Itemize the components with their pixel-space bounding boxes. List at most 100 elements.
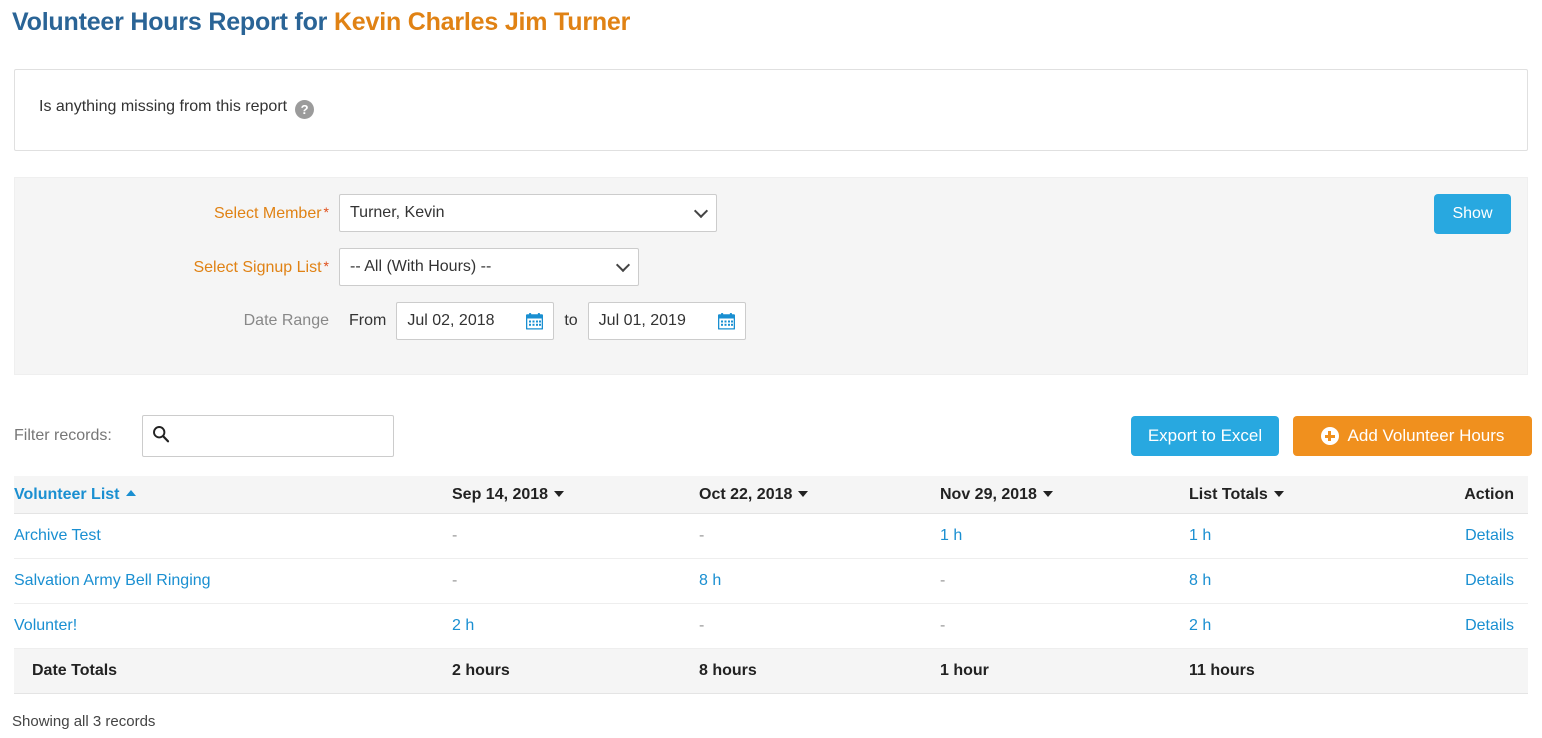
date-total-date-3: 1 hour [940, 648, 1189, 694]
date-total-grand: 11 hours [1189, 648, 1389, 694]
caret-up-icon [125, 490, 136, 496]
select-signup-list-label: Select Signup List * [15, 258, 339, 277]
select-member-label: Select Member * [15, 204, 339, 223]
date-from-label: From [349, 312, 387, 329]
column-header-label: Volunteer List [14, 486, 120, 503]
hours-cell-date-2: - [699, 603, 940, 649]
table-row: Archive Test - - 1 h 1 h Details [14, 513, 1528, 559]
date-to-input[interactable]: Jul 01, 2019 [587, 302, 746, 340]
calendar-icon[interactable] [717, 313, 735, 330]
volunteer-list-link[interactable]: Archive Test [14, 527, 101, 544]
filter-records-label: Filter records: [14, 427, 112, 444]
hours-link[interactable]: 8 h [699, 572, 721, 589]
missing-info-label: Is anything missing from this report [39, 98, 288, 115]
volunteer-list-link[interactable]: Salvation Army Bell Ringing [14, 572, 211, 589]
date-from-input[interactable]: Jul 02, 2018 [396, 302, 555, 340]
select-signup-list-value: -- All (With Hours) -- [350, 258, 492, 275]
plus-circle-icon [1320, 427, 1339, 445]
list-total-link[interactable]: 8 h [1189, 572, 1211, 589]
caret-down-icon [798, 491, 809, 497]
show-button[interactable]: Show [1434, 194, 1511, 234]
column-header-label: Nov 29, 2018 [940, 486, 1037, 503]
add-volunteer-hours-button[interactable]: Add Volunteer Hours [1293, 416, 1532, 456]
details-link[interactable]: Details [1465, 527, 1514, 544]
column-header-date-3[interactable]: Nov 29, 2018 [940, 476, 1189, 514]
list-total-link[interactable]: 2 h [1189, 617, 1211, 634]
list-total-cell[interactable]: 1 h [1189, 513, 1389, 559]
table-header-row: Volunteer List Sep 14, 2018 Oct 22, 2018… [14, 476, 1528, 514]
caret-down-icon [1273, 491, 1284, 497]
hours-cell-date-1[interactable]: 2 h [452, 603, 699, 649]
hours-link[interactable]: 2 h [452, 617, 474, 634]
add-volunteer-hours-label: Add Volunteer Hours [1347, 426, 1505, 445]
select-member-value: Turner, Kevin [350, 204, 445, 221]
hours-cell-date-3: - [940, 603, 1189, 649]
column-header-date-1[interactable]: Sep 14, 2018 [452, 476, 699, 514]
hours-link[interactable]: 1 h [940, 527, 962, 544]
required-asterisk: * [323, 203, 329, 220]
column-header-action: Action [1389, 476, 1528, 514]
volunteer-hours-table-wrapper: Volunteer List Sep 14, 2018 Oct 22, 2018… [14, 476, 1528, 694]
date-totals-row: Date Totals 2 hours 8 hours 1 hour 11 ho… [14, 648, 1528, 694]
table-row: Volunter! 2 h - - 2 h Details [14, 603, 1528, 649]
caret-down-icon [554, 491, 565, 497]
details-link[interactable]: Details [1465, 617, 1514, 634]
required-asterisk: * [323, 257, 329, 274]
hours-cell-date-1: - [452, 558, 699, 604]
column-header-date-2[interactable]: Oct 22, 2018 [699, 476, 940, 514]
column-header-label: List Totals [1189, 486, 1268, 503]
table-row: Salvation Army Bell Ringing - 8 h - 8 h … [14, 558, 1528, 604]
column-header-volunteer-list[interactable]: Volunteer List [14, 476, 452, 514]
select-signup-list-dropdown[interactable]: -- All (With Hours) -- [339, 248, 639, 286]
volunteer-list-name-cell[interactable]: Archive Test [14, 513, 452, 559]
list-total-link[interactable]: 1 h [1189, 527, 1211, 544]
record-count-text: Showing all 3 records [12, 713, 156, 730]
column-header-label: Oct 22, 2018 [699, 486, 793, 503]
date-totals-action-cell [1389, 648, 1528, 694]
list-total-cell[interactable]: 2 h [1189, 603, 1389, 649]
calendar-icon[interactable] [526, 313, 544, 330]
date-from-value: Jul 02, 2018 [407, 312, 495, 329]
chevron-down-icon [693, 203, 709, 219]
select-member-row: Select Member * Turner, Kevin [15, 194, 717, 232]
date-range-row: Date Range From Jul 02, 2018 to Jul 01, … [15, 302, 746, 340]
missing-info-text-row: Is anything missing from this report? [39, 98, 315, 119]
date-to-label: to [564, 312, 578, 329]
date-range-label: Date Range [243, 312, 329, 329]
select-member-dropdown[interactable]: Turner, Kevin [339, 194, 717, 232]
date-total-date-1: 2 hours [452, 648, 699, 694]
volunteer-hours-table: Volunteer List Sep 14, 2018 Oct 22, 2018… [14, 476, 1528, 694]
page-title-prefix: Volunteer Hours Report for [12, 8, 334, 36]
hours-cell-date-1: - [452, 513, 699, 559]
volunteer-list-name-cell[interactable]: Salvation Army Bell Ringing [14, 558, 452, 604]
select-signup-list-row: Select Signup List * -- All (With Hours) … [15, 248, 639, 286]
search-input[interactable] [176, 416, 391, 456]
select-member-label-text: Select Member [213, 204, 322, 222]
volunteer-list-name-cell[interactable]: Volunter! [14, 603, 452, 649]
date-total-date-2: 8 hours [699, 648, 940, 694]
chevron-down-icon [615, 257, 631, 273]
hours-cell-date-3: - [940, 558, 1189, 604]
action-cell[interactable]: Details [1389, 558, 1528, 604]
action-cell[interactable]: Details [1389, 513, 1528, 559]
filter-records-search-box[interactable] [142, 415, 394, 457]
volunteer-hours-report-page: Volunteer Hours Report for Kevin Charles… [0, 0, 1542, 738]
action-cell[interactable]: Details [1389, 603, 1528, 649]
page-title: Volunteer Hours Report for Kevin Charles… [12, 8, 630, 37]
list-total-cell[interactable]: 8 h [1189, 558, 1389, 604]
export-to-excel-button[interactable]: Export to Excel [1131, 416, 1279, 456]
missing-info-box: Is anything missing from this report? [14, 69, 1528, 151]
select-signup-list-label-text: Select Signup List [193, 258, 322, 276]
hours-cell-date-2: - [699, 513, 940, 559]
report-filter-panel: Select Member * Turner, Kevin Select Sign… [14, 177, 1528, 375]
hours-cell-date-2[interactable]: 8 h [699, 558, 940, 604]
date-totals-label: Date Totals [14, 648, 452, 694]
volunteer-list-link[interactable]: Volunter! [14, 617, 77, 634]
date-to-value: Jul 01, 2019 [598, 312, 686, 329]
question-mark-circle-icon[interactable]: ? [295, 100, 315, 119]
details-link[interactable]: Details [1465, 572, 1514, 589]
page-title-member-name: Kevin Charles Jim Turner [333, 8, 631, 36]
hours-cell-date-3[interactable]: 1 h [940, 513, 1189, 559]
column-header-list-totals[interactable]: List Totals [1189, 476, 1389, 514]
column-header-label: Sep 14, 2018 [452, 486, 549, 503]
